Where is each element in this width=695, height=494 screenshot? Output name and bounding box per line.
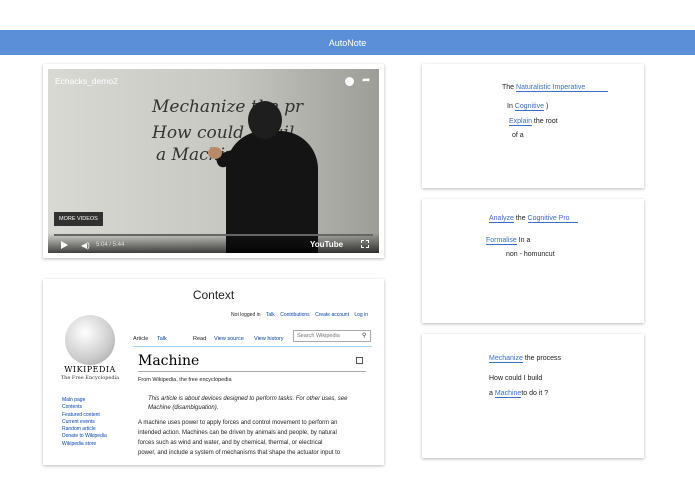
video-card: Mechanize the pr How could I buil a Mach…: [43, 64, 384, 258]
play-icon[interactable]: [61, 241, 68, 249]
wikipedia-wordmark: WIKIPEDIA: [64, 365, 116, 374]
sidebar-link[interactable]: Main page: [62, 397, 107, 404]
note-fill-blank[interactable]: Formalise: [486, 237, 517, 245]
video-progress-bar[interactable]: [54, 234, 373, 236]
body-line: intended action. Machines can be driven …: [138, 430, 337, 436]
note-fill-blank[interactable]: Machine: [494, 390, 522, 398]
body-line: forces such as wind and water, and by ch…: [138, 440, 323, 446]
note-fill-blank[interactable]: Naturalistic Imperative: [516, 84, 609, 92]
create-account-link[interactable]: Create account: [315, 312, 349, 318]
video-title[interactable]: Echacks_demo2: [55, 76, 118, 86]
note-text: ): [545, 103, 549, 110]
lock-icon: [356, 357, 363, 364]
sidebar-link[interactable]: Featured content: [62, 412, 107, 419]
article-source: From Wikipedia, the free encyclopedia: [138, 377, 232, 383]
share-icon[interactable]: ➦: [362, 75, 370, 86]
youtube-logo[interactable]: YouTube: [310, 240, 343, 249]
note-line: of a: [512, 132, 524, 139]
wikipedia-tagline: The Free Encyclopedia: [60, 375, 120, 381]
sidebar-link[interactable]: Contents: [62, 404, 107, 411]
note-card-3: Mechanize the process How could I build …: [422, 334, 644, 458]
tab-read[interactable]: Read: [193, 336, 206, 342]
login-link[interactable]: Log in: [354, 312, 368, 318]
note-line: non - homuncut: [506, 251, 555, 258]
note-line: Mechanize the process: [489, 355, 561, 363]
talk-link[interactable]: Talk: [266, 312, 275, 318]
note-text: to do it ?: [521, 390, 549, 397]
note-text: of a: [512, 132, 524, 139]
note-line: Explain the root: [509, 118, 558, 126]
tab-view-source[interactable]: View source: [214, 336, 244, 342]
note-text: the process: [524, 355, 561, 362]
article-heading: Machine: [138, 353, 200, 369]
contributions-link[interactable]: Contributions: [280, 312, 309, 318]
note-fill-blank[interactable]: Cognitive: [514, 103, 544, 111]
search-icon[interactable]: ⚲: [362, 332, 366, 339]
body-line: A machine uses power to apply forces and…: [138, 420, 338, 426]
note-card-1: The Naturalistic Imperative In Cognitive…: [422, 64, 644, 188]
tab-article[interactable]: Article: [133, 336, 148, 342]
note-text: The: [502, 84, 515, 91]
sidebar-link[interactable]: Wikipedia store: [62, 441, 107, 448]
note-text: How could I build: [489, 375, 543, 382]
app-title: AutoNote: [328, 37, 367, 48]
tab-talk[interactable]: Talk: [157, 336, 167, 342]
note-line: The Naturalistic Imperative: [502, 84, 609, 92]
context-title: Context: [192, 288, 235, 302]
note-line: Formalise In a: [486, 237, 530, 245]
volume-icon[interactable]: ◀): [81, 241, 90, 250]
sidebar-link[interactable]: Donate to Wikipedia: [62, 433, 107, 440]
sidebar-link[interactable]: Random article: [62, 426, 107, 433]
presenter-hand: [208, 147, 222, 159]
note-card-2: Analyze the Cognitive Pro Formalise In a…: [422, 199, 644, 323]
article-body: A machine uses power to apply forces and…: [138, 418, 370, 458]
note-line: Analyze the Cognitive Pro: [489, 215, 578, 223]
not-logged-in-label: Not logged in: [231, 312, 261, 318]
wiki-search-input[interactable]: Search Wikipedia: [293, 330, 371, 342]
note-fill-blank[interactable]: Explain: [509, 118, 532, 126]
video-time: 5:04 / 5:44: [96, 242, 125, 248]
note-line: How could I build: [489, 375, 542, 382]
wiki-sidebar: Main page Contents Featured content Curr…: [62, 397, 107, 448]
note-text: non - homuncut: [506, 251, 555, 258]
more-videos-button[interactable]: MORE VIDEOS: [54, 212, 103, 226]
watch-later-icon[interactable]: [345, 77, 354, 86]
note-text: the: [515, 215, 526, 222]
note-fill-blank[interactable]: Mechanize: [489, 355, 523, 363]
video-player[interactable]: Mechanize the pr How could I buil a Mach…: [48, 69, 379, 253]
note-text: In: [507, 103, 513, 110]
note-fill-blank[interactable]: Analyze: [489, 215, 514, 223]
fullscreen-icon[interactable]: [361, 240, 369, 248]
heading-divider: [138, 371, 366, 372]
note-text: the root: [533, 118, 558, 125]
wikipedia-globe-logo[interactable]: [65, 315, 115, 365]
context-card: Context Not logged in Talk Contributions…: [43, 279, 384, 465]
note-line: In Cognitive ): [507, 103, 548, 111]
body-line: power, and include a system of mechanism…: [138, 450, 341, 456]
presenter-head: [248, 101, 282, 139]
note-line: a Machineto do it ?: [489, 390, 548, 398]
note-text: In a: [518, 237, 531, 244]
tab-view-history[interactable]: View history: [254, 336, 284, 342]
note-fill-blank[interactable]: Cognitive Pro: [527, 215, 578, 223]
sidebar-link[interactable]: Current events: [62, 419, 107, 426]
hatnote: This article is about devices designed t…: [148, 396, 348, 411]
note-text: a: [489, 390, 493, 397]
wiki-personal-links: Not logged in Talk Contributions Create …: [227, 312, 368, 318]
app-header: AutoNote: [0, 30, 695, 55]
